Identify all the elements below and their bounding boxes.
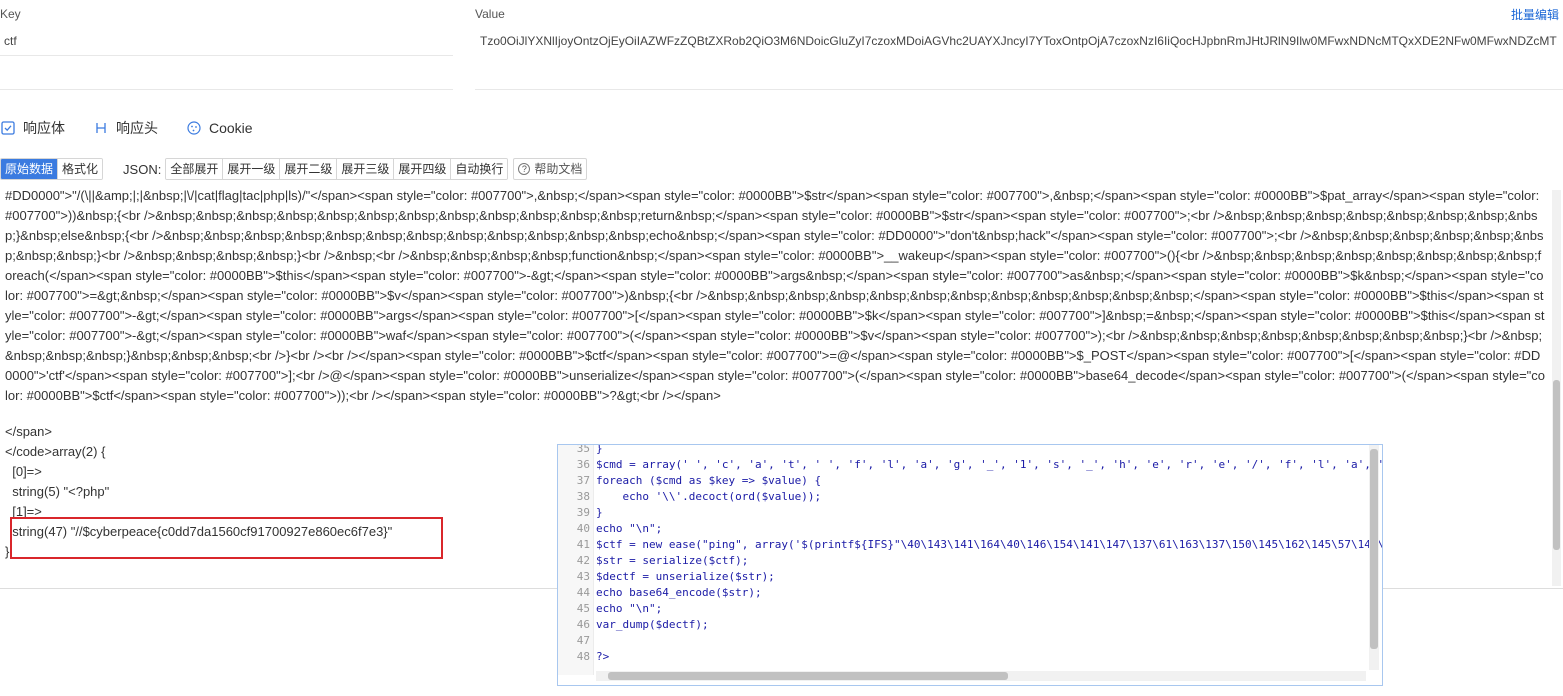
divider: [475, 89, 1563, 90]
response-line: string(5) "<?php": [5, 484, 110, 499]
response-line: [0]=>: [5, 464, 42, 479]
editor-vertical-scrollbar[interactable]: [1369, 445, 1379, 670]
response-body-text: #DD0000">"/(\||&amp;|;|&nbsp;|\/|cat|fla…: [5, 188, 1546, 403]
scrollbar-thumb[interactable]: [1370, 449, 1378, 649]
response-line: }: [5, 544, 10, 559]
flag-highlight-box: [10, 517, 443, 559]
key-field[interactable]: ctf: [4, 34, 444, 48]
response-line: </span>: [5, 424, 52, 439]
divider: [0, 55, 453, 56]
expand-level2-button[interactable]: 展开二级: [279, 159, 337, 179]
expand-level4-button[interactable]: 展开四级: [393, 159, 451, 179]
json-label: JSON:: [123, 161, 162, 177]
bulk-edit-link[interactable]: 批量编辑: [1511, 6, 1559, 23]
format-button[interactable]: 格式化: [57, 159, 103, 179]
code-editor-overlay[interactable]: 35} 36 $cmd = array(' ', 'c', 'a', 't', '…: [557, 444, 1383, 686]
response-toolbar: 原始数据 格式化 JSON: 全部展开 展开一级 展开二级 展开三级 展开四级 …: [0, 158, 588, 180]
expand-level3-button[interactable]: 展开三级: [336, 159, 394, 179]
tab-label: 响应头: [116, 120, 158, 136]
view-mode-group: 原始数据 格式化: [0, 158, 104, 180]
tab-label: Cookie: [209, 120, 253, 136]
help-docs-button[interactable]: ? 帮助文档: [513, 158, 588, 180]
divider: [0, 89, 453, 90]
response-tabs: 响应体 响应头 Cookie: [0, 116, 281, 140]
help-icon: ?: [518, 163, 531, 175]
response-line: </code>array(2) {: [5, 444, 106, 459]
editor-horizontal-scrollbar[interactable]: [596, 671, 1366, 681]
cookie-icon: [186, 120, 202, 136]
help-label: 帮助文档: [534, 162, 583, 176]
raw-data-button[interactable]: 原始数据: [1, 159, 58, 179]
header-icon: [93, 120, 109, 136]
scrollbar-thumb[interactable]: [608, 672, 1008, 680]
value-header: Value: [475, 7, 505, 21]
word-wrap-button[interactable]: 自动换行: [450, 159, 508, 179]
value-field[interactable]: Tzo0OiJlYXNlIjoyOntzOjEyOiIAZWFzZQBtZXRo…: [480, 34, 1558, 48]
response-scrollbar[interactable]: [1552, 190, 1561, 586]
json-expand-group: 全部展开 展开一级 展开二级 展开三级 展开四级 自动换行: [165, 158, 509, 180]
expand-all-button[interactable]: 全部展开: [166, 159, 223, 179]
tab-response-body[interactable]: 响应体: [0, 118, 65, 138]
tab-cookie[interactable]: Cookie: [186, 120, 253, 136]
expand-level1-button[interactable]: 展开一级: [222, 159, 280, 179]
tab-label: 响应体: [23, 120, 65, 136]
tab-response-headers[interactable]: 响应头: [93, 118, 158, 138]
key-header: Key: [0, 7, 21, 21]
scrollbar-thumb[interactable]: [1553, 380, 1560, 550]
checkbox-icon: [0, 120, 16, 136]
